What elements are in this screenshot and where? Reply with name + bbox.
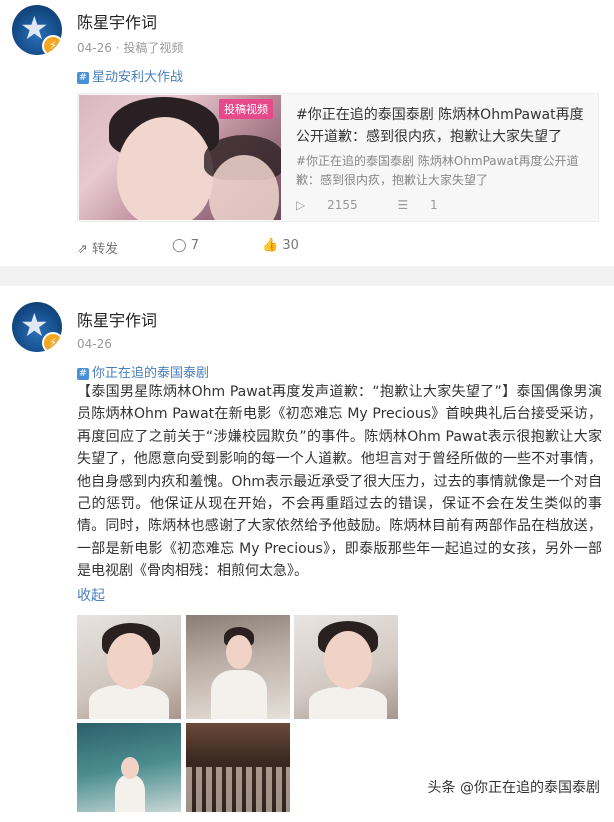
source-watermark: 头条 @你正在追的泰国泰剧 bbox=[427, 780, 600, 796]
repost-subtitle: #你正在追的泰国泰剧 陈炳林OhmPawat再度公开道歉：感到很内疚，抱歉让大家… bbox=[296, 154, 579, 187]
post-meta: 04-26 · 投稿了视频 bbox=[77, 41, 184, 55]
photo-person-body bbox=[115, 775, 145, 812]
topic-link[interactable]: # 星动安利大作战 bbox=[77, 66, 183, 85]
photo-3[interactable] bbox=[294, 615, 398, 719]
photo-4[interactable] bbox=[77, 723, 181, 812]
topic-link[interactable]: # 你正在追的泰国泰剧 bbox=[77, 362, 209, 381]
avatar[interactable]: ★ ⚡ bbox=[12, 5, 62, 55]
repost-stats: ▷ 2155 ☰ 1 bbox=[296, 198, 474, 212]
post-body: 【泰国男星陈炳林Ohm Pawat再度发声道歉：“抱歉让大家失望了”】泰国偶像男… bbox=[77, 384, 602, 580]
collapse-link[interactable]: 收起 bbox=[77, 585, 105, 605]
play-count: 2155 bbox=[327, 198, 358, 212]
username[interactable]: 陈星宇作词 bbox=[77, 9, 157, 33]
share-icon: ⇗ bbox=[77, 242, 88, 257]
repost-card[interactable]: 投稿视频 #你正在追的泰国泰剧 陈炳林OhmPawat再度公开道歉：感到很内疚，… bbox=[77, 93, 599, 222]
photo-1[interactable] bbox=[77, 615, 181, 719]
post-meta: 04-26 bbox=[77, 337, 112, 351]
list-icon: ☰ bbox=[397, 198, 409, 212]
username[interactable]: 陈星宇作词 bbox=[77, 307, 157, 331]
photo-person-head bbox=[324, 631, 372, 689]
share-button[interactable]: ⇗ 转发 bbox=[77, 238, 118, 257]
verified-badge-icon: ⚡ bbox=[42, 332, 62, 352]
video-tag: 投稿视频 bbox=[219, 99, 273, 119]
topic-label: 星动安利大作战 bbox=[92, 70, 184, 85]
topic-label: 你正在追的泰国泰剧 bbox=[92, 366, 210, 381]
like-count: 30 bbox=[282, 238, 299, 253]
photo-person-head bbox=[121, 757, 139, 779]
comment-icon: ◯ bbox=[172, 238, 187, 253]
photo-2[interactable] bbox=[186, 615, 290, 719]
photo-crowd bbox=[186, 767, 290, 812]
thumbnail-face bbox=[117, 117, 213, 220]
photo-person-head bbox=[107, 633, 153, 689]
video-thumbnail[interactable]: 投稿视频 bbox=[79, 95, 281, 220]
play-stat: ▷ 2155 bbox=[296, 198, 376, 212]
like-button[interactable]: 👍 30 bbox=[262, 238, 299, 253]
photo-5[interactable] bbox=[186, 723, 290, 812]
repost-comment-count: 1 bbox=[430, 198, 438, 212]
photo-person-body bbox=[211, 670, 267, 719]
hashtag-icon: # bbox=[77, 72, 89, 84]
photo-person-head bbox=[226, 635, 252, 669]
avatar[interactable]: ★ ⚡ bbox=[12, 302, 62, 352]
repost-title[interactable]: #你正在追的泰国泰剧 陈炳林OhmPawat再度公开道歉：感到很内疚，抱歉让大家… bbox=[296, 104, 592, 148]
photo-person-body bbox=[89, 685, 169, 719]
verified-badge-icon: ⚡ bbox=[42, 35, 62, 55]
comment-stat: ☰ 1 bbox=[397, 198, 455, 212]
post-card-1: ★ ⚡ 陈星宇作词 04-26 · 投稿了视频 # 星动安利大作战 投稿视频 #你… bbox=[0, 0, 614, 266]
comment-count: 7 bbox=[190, 238, 199, 253]
photo-person-body bbox=[309, 687, 387, 719]
thumbs-up-icon: 👍 bbox=[262, 238, 279, 253]
hashtag-icon: # bbox=[77, 368, 89, 380]
play-icon: ▷ bbox=[296, 198, 306, 212]
share-label: 转发 bbox=[92, 242, 119, 257]
comment-button[interactable]: ◯ 7 bbox=[172, 238, 199, 253]
